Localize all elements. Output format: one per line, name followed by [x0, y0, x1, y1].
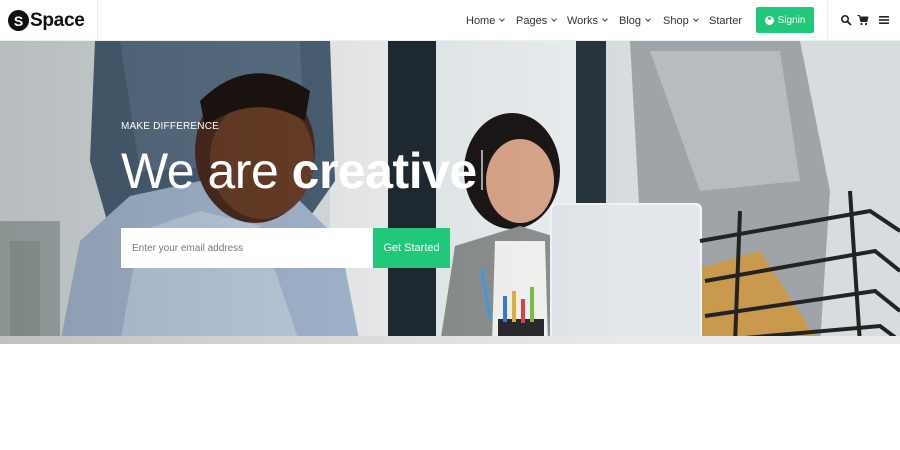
email-input[interactable]: Enter your email address: [121, 228, 373, 268]
logo-text: Space: [30, 9, 85, 31]
header-tools: [827, 0, 900, 41]
hero-headline: We are creative: [121, 141, 483, 201]
nav-item-works[interactable]: Works: [567, 0, 608, 41]
nav-label-works: Works: [567, 14, 598, 27]
hero-headline-light: We are: [121, 143, 292, 199]
signin-label: Signin: [777, 14, 806, 26]
get-started-button[interactable]: Get Started: [373, 228, 450, 268]
menu-icon[interactable]: [878, 14, 890, 26]
nav-label-home: Home: [466, 14, 496, 27]
logo-badge: S: [8, 10, 29, 31]
nav-label-starter: Starter: [709, 14, 743, 27]
nav-item-shop[interactable]: Shop: [663, 0, 699, 41]
nav-item-home[interactable]: Home: [466, 0, 506, 41]
hero-eyebrow: MAKE DIFFERENCE: [121, 121, 220, 132]
chevron-down-icon: [602, 16, 608, 22]
nav-item-blog[interactable]: Blog: [619, 0, 651, 41]
site-header: S Space Home Pages Works Blog Shop Start…: [0, 0, 900, 41]
nav-item-pages[interactable]: Pages: [516, 0, 558, 41]
chevron-down-icon: [551, 16, 558, 22]
typing-cursor: [480, 150, 483, 190]
user-icon: [764, 15, 774, 25]
hero-section: MAKE DIFFERENCE We are creative Enter yo…: [0, 41, 900, 344]
cart-icon[interactable]: [857, 14, 869, 26]
search-icon[interactable]: [840, 14, 852, 26]
hero-headline-bold: creative: [291, 143, 478, 199]
chevron-down-icon: [499, 16, 506, 22]
signin-button[interactable]: Signin: [756, 7, 814, 33]
chevron-down-icon: [692, 16, 699, 22]
nav-label-pages: Pages: [516, 14, 548, 27]
chevron-down-icon: [645, 16, 651, 22]
nav-item-starter[interactable]: Starter: [709, 0, 742, 41]
nav-label-shop: Shop: [663, 14, 689, 27]
logo[interactable]: S Space: [0, 0, 98, 41]
nav-label-blog: Blog: [619, 14, 642, 27]
